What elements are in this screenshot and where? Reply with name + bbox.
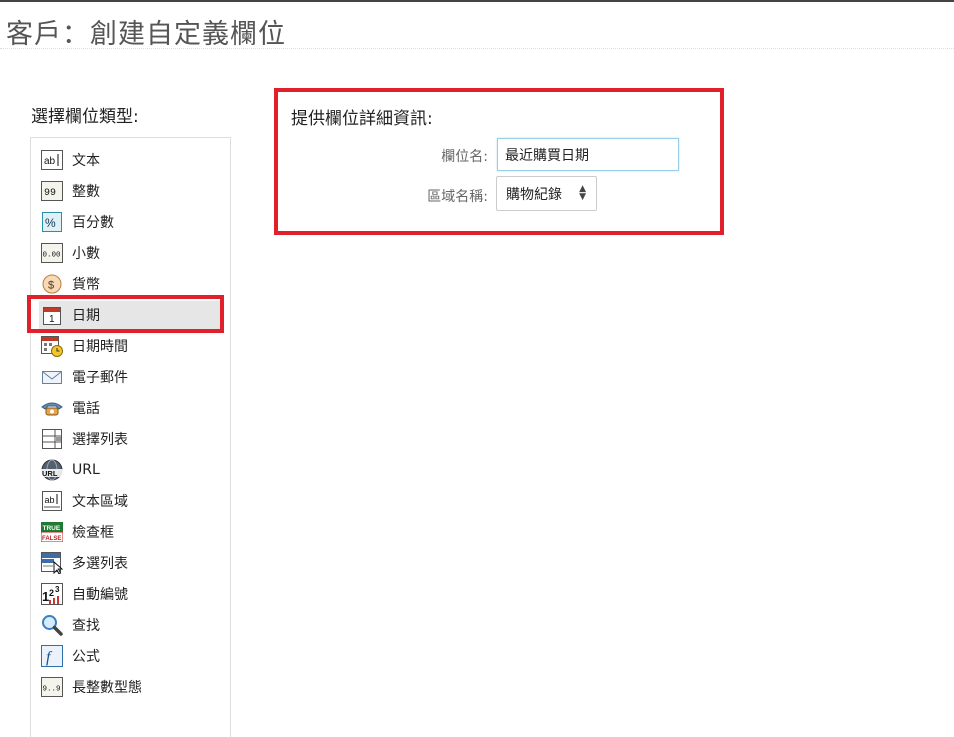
formula-icon: f xyxy=(41,645,63,667)
field-type-decimal[interactable]: 0.00 小數 xyxy=(39,239,221,267)
field-type-label: 百分數 xyxy=(72,215,114,231)
multi-picklist-icon xyxy=(41,552,63,574)
field-type-label: 多選列表 xyxy=(72,556,128,572)
svg-text:ab: ab xyxy=(44,156,56,167)
field-type-email[interactable]: 電子郵件 xyxy=(39,363,221,391)
svg-text:URL: URL xyxy=(42,469,58,478)
field-type-url[interactable]: URL URL xyxy=(39,456,221,484)
field-type-label: 選擇列表 xyxy=(72,432,128,448)
title-divider xyxy=(0,48,954,49)
svg-text:TRUE: TRUE xyxy=(43,525,61,532)
field-type-label: 文本 xyxy=(72,153,100,169)
integer-icon: 99 xyxy=(41,180,63,202)
magnifier-icon xyxy=(41,614,63,636)
details-heading: 提供欄位詳細資訊: xyxy=(291,109,433,129)
field-type-integer[interactable]: 99 整數 xyxy=(39,177,221,205)
true-false-icon: TRUE FALSE xyxy=(41,521,63,543)
field-type-label: 貨幣 xyxy=(72,277,100,293)
text-field-icon: ab xyxy=(41,149,63,171)
field-type-label: URL xyxy=(72,462,100,478)
long-integer-icon: 9..9 xyxy=(41,676,63,698)
field-type-label: 查找 xyxy=(72,618,100,634)
field-type-label: 文本區域 xyxy=(72,494,128,510)
svg-text:3: 3 xyxy=(55,585,60,594)
percent-icon: % xyxy=(41,211,63,233)
field-type-list: ab 文本 99 整數 % 百分數 0.00 小數 $ 貨幣 1 日期 日期時間… xyxy=(30,137,231,737)
field-type-label: 自動編號 xyxy=(72,587,128,603)
field-name-label: 欄位名: xyxy=(441,149,488,165)
svg-text:%: % xyxy=(45,216,56,230)
field-type-label: 日期時間 xyxy=(72,339,128,355)
field-type-checkbox[interactable]: TRUE FALSE 檢查框 xyxy=(39,518,221,546)
globe-url-icon: URL xyxy=(41,459,63,481)
field-type-label: 公式 xyxy=(72,649,100,665)
field-type-heading: 選擇欄位類型: xyxy=(31,107,139,127)
select-arrows-icon: ▲ ▼ xyxy=(579,184,586,202)
top-border xyxy=(0,0,954,2)
svg-text:99: 99 xyxy=(44,188,56,199)
field-type-phone[interactable]: 電話 xyxy=(39,394,221,422)
field-type-textarea[interactable]: ab 文本區域 xyxy=(39,487,221,515)
date-highlight-box xyxy=(27,295,224,333)
area-name-label: 區域名稱: xyxy=(427,189,488,205)
field-type-label: 整數 xyxy=(72,184,100,200)
field-type-label: 長整數型態 xyxy=(72,680,142,696)
field-type-lookup[interactable]: 查找 xyxy=(39,611,221,639)
field-type-currency[interactable]: $ 貨幣 xyxy=(39,270,221,298)
text-area-icon: ab xyxy=(41,490,63,512)
picklist-icon xyxy=(41,428,63,450)
field-type-text[interactable]: ab 文本 xyxy=(39,146,221,174)
field-type-multi-picklist[interactable]: 多選列表 xyxy=(39,549,221,577)
decimal-icon: 0.00 xyxy=(41,242,63,264)
field-type-label: 電話 xyxy=(72,401,100,417)
field-type-datetime[interactable]: 日期時間 xyxy=(39,332,221,360)
auto-number-icon: 123 xyxy=(41,583,63,605)
field-type-long-integer[interactable]: 9..9 長整數型態 xyxy=(39,673,221,701)
svg-text:2: 2 xyxy=(49,588,54,598)
field-name-input[interactable] xyxy=(497,138,679,171)
calendar-clock-icon xyxy=(41,335,63,357)
field-type-label: 小數 xyxy=(72,246,100,262)
svg-text:0.00: 0.00 xyxy=(43,252,62,260)
area-name-select[interactable]: 購物紀錄 ▲ ▼ xyxy=(496,176,597,211)
telephone-icon xyxy=(41,397,63,419)
field-type-picklist[interactable]: 選擇列表 xyxy=(39,425,221,453)
currency-icon: $ xyxy=(41,273,63,295)
area-name-value: 購物紀錄 xyxy=(506,186,562,203)
svg-text:9..9: 9..9 xyxy=(43,686,61,694)
field-type-percent[interactable]: % 百分數 xyxy=(39,208,221,236)
field-type-auto-number[interactable]: 123 自動編號 xyxy=(39,580,221,608)
field-type-label: 檢查框 xyxy=(72,525,114,541)
svg-text:$: $ xyxy=(48,280,54,292)
field-type-label: 電子郵件 xyxy=(72,370,128,386)
envelope-icon xyxy=(41,366,63,388)
svg-text:FALSE: FALSE xyxy=(42,536,61,542)
field-type-formula[interactable]: f 公式 xyxy=(39,642,221,670)
svg-text:ab: ab xyxy=(45,495,55,505)
page-title: 客戶：創建自定義欄位 xyxy=(6,19,286,50)
